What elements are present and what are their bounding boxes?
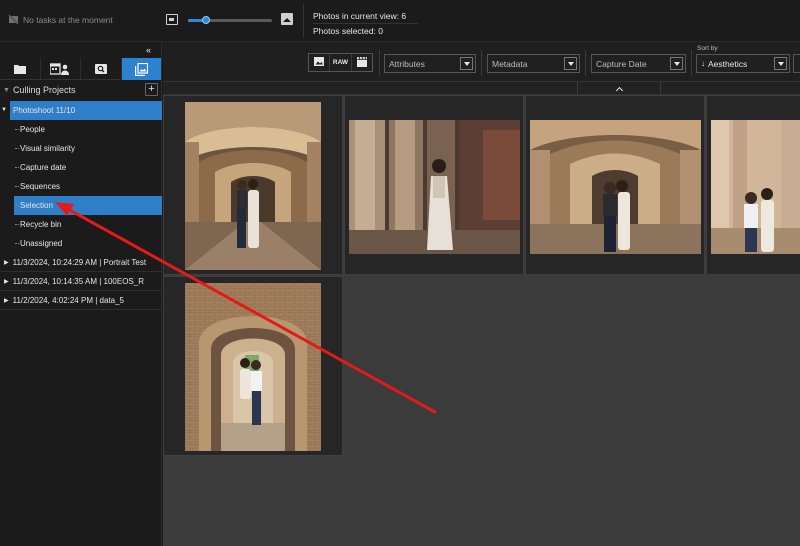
capture-date-label: Capture Date — [596, 58, 647, 69]
image-icon — [314, 57, 325, 68]
grid-header-bar — [163, 82, 800, 95]
chevron-down-icon — [460, 57, 473, 70]
metadata-dropdown[interactable]: Metadata — [487, 54, 580, 73]
file-type-filter: RAW — [308, 53, 373, 72]
section-title: Culling Projects — [12, 85, 76, 95]
project-item[interactable]: ▶ 11/2/2024, 4:02:24 PM | data_5 — [0, 291, 162, 310]
tree-item-label: Unassigned — [20, 239, 63, 248]
filter-toolbar: RAW Attributes Metadata Capture Date Sor… — [163, 42, 800, 82]
tab-calendar-people[interactable] — [41, 58, 81, 80]
project-item[interactable]: ▶ 11/3/2024, 10:14:35 AM | 100EOS_R — [0, 272, 162, 291]
attributes-dropdown[interactable]: Attributes — [384, 54, 476, 73]
tree-item-label: Recycle bin — [20, 220, 62, 229]
no-tasks-icon — [7, 13, 20, 26]
sidebar: « ▼ Culling Projects + ▼ Photoshoot 11/1… — [0, 42, 162, 546]
tab-search[interactable] — [81, 58, 122, 80]
add-project-button[interactable]: + — [145, 83, 158, 96]
divider — [303, 4, 304, 38]
divider — [691, 50, 692, 76]
photo-thumbnail[interactable] — [530, 120, 701, 254]
task-status-text: No tasks at the moment — [23, 14, 113, 25]
collapse-toolbar-button[interactable] — [577, 82, 661, 95]
culling-projects-header[interactable]: ▼ Culling Projects + — [0, 82, 162, 98]
sort-by-label: Sort by — [697, 45, 718, 52]
chevron-down-icon — [670, 57, 683, 70]
sidebar-tabs — [0, 58, 162, 80]
attributes-label: Attributes — [389, 58, 425, 69]
sort-dropdown[interactable]: ↓ Aesthetics — [696, 54, 790, 73]
photo-cell[interactable] — [344, 95, 524, 275]
task-status: No tasks at the moment — [7, 13, 113, 26]
photo-cell[interactable] — [525, 95, 705, 275]
expand-caret-icon[interactable]: ▶ — [4, 297, 9, 304]
app-window: No tasks at the moment Photos in current… — [0, 0, 800, 546]
photo-grid — [163, 95, 800, 546]
sort-value: Aesthetics — [708, 58, 748, 69]
tree-item-photoshoot[interactable]: ▼ Photoshoot 11/10 — [1, 101, 162, 120]
thumbnail-size-slider[interactable] — [188, 16, 272, 24]
project-label: 11/2/2024, 4:02:24 PM | data_5 — [12, 295, 124, 305]
divider — [379, 50, 380, 76]
tree-item-selection[interactable]: Selection — [14, 196, 162, 215]
slider-handle[interactable] — [202, 16, 211, 24]
tree-item-label: Capture date — [20, 163, 67, 172]
tree-item-sequences[interactable]: Sequences — [14, 177, 162, 196]
tree-item-label: People — [20, 125, 45, 134]
project-item[interactable]: ▶ 11/3/2024, 10:24:29 AM | Portrait Test — [0, 253, 162, 272]
tree-item-label: Visual similarity — [20, 144, 75, 153]
sort-direction-icon: ↓ — [701, 59, 705, 68]
photo-cell[interactable] — [163, 95, 343, 275]
photo-stats: Photos in current view: 6 Photos selecte… — [313, 9, 418, 38]
photos-in-view: Photos in current view: 6 — [313, 9, 418, 24]
photo-thumbnail[interactable] — [185, 283, 321, 451]
collapse-triangle-icon[interactable]: ▼ — [3, 87, 10, 94]
chevron-down-icon — [774, 57, 787, 70]
photo-thumbnail[interactable] — [185, 102, 321, 270]
project-label: 11/3/2024, 10:14:35 AM | 100EOS_R — [12, 276, 144, 286]
photo-thumbnail[interactable] — [349, 120, 520, 254]
chevron-down-icon — [564, 57, 577, 70]
zoom-in-icon[interactable] — [281, 13, 293, 25]
gallery-icon — [134, 62, 148, 76]
tree-item-label: Photoshoot 11/10 — [13, 106, 76, 115]
tab-folders[interactable] — [0, 58, 41, 80]
zoom-out-icon[interactable] — [166, 14, 178, 25]
calendar-people-icon — [50, 63, 70, 75]
folder-icon — [13, 64, 26, 74]
metadata-label: Metadata — [492, 58, 528, 69]
capture-date-dropdown[interactable]: Capture Date — [591, 54, 686, 73]
tree-item-visual-similarity[interactable]: Visual similarity — [14, 139, 162, 158]
photos-selected: Photos selected: 0 — [313, 26, 383, 36]
tree-item-label: Selection — [20, 201, 53, 210]
tree-item-people[interactable]: People — [14, 120, 162, 139]
project-label: 11/3/2024, 10:24:29 AM | Portrait Test — [12, 257, 147, 267]
top-bar: No tasks at the moment Photos in current… — [0, 0, 800, 42]
divider — [585, 50, 586, 76]
video-filter-button[interactable] — [352, 54, 372, 71]
expand-caret-icon[interactable]: ▶ — [4, 278, 9, 285]
photo-cell[interactable] — [706, 95, 800, 275]
divider — [481, 50, 482, 76]
expand-caret-icon[interactable]: ▼ — [1, 107, 7, 113]
tree-item-capture-date[interactable]: Capture date — [14, 158, 162, 177]
image-filter-button[interactable] — [309, 54, 331, 71]
raw-filter-button[interactable]: RAW — [330, 54, 352, 71]
search-icon — [94, 64, 107, 74]
clapperboard-icon — [356, 56, 367, 69]
tab-gallery[interactable] — [121, 58, 162, 80]
expand-caret-icon[interactable]: ▶ — [4, 259, 9, 266]
tree-item-recycle-bin[interactable]: Recycle bin — [14, 215, 162, 234]
photo-cell[interactable] — [163, 276, 343, 456]
photo-thumbnail[interactable] — [711, 120, 800, 254]
tree-item-unassigned[interactable]: Unassigned — [14, 234, 162, 253]
tree-item-label: Sequences — [20, 182, 61, 191]
sort-order-button[interactable] — [793, 54, 800, 73]
project-tree: ▼ Photoshoot 11/10 People Visual similari… — [0, 101, 162, 310]
collapse-sidebar-button[interactable]: « — [146, 45, 151, 55]
